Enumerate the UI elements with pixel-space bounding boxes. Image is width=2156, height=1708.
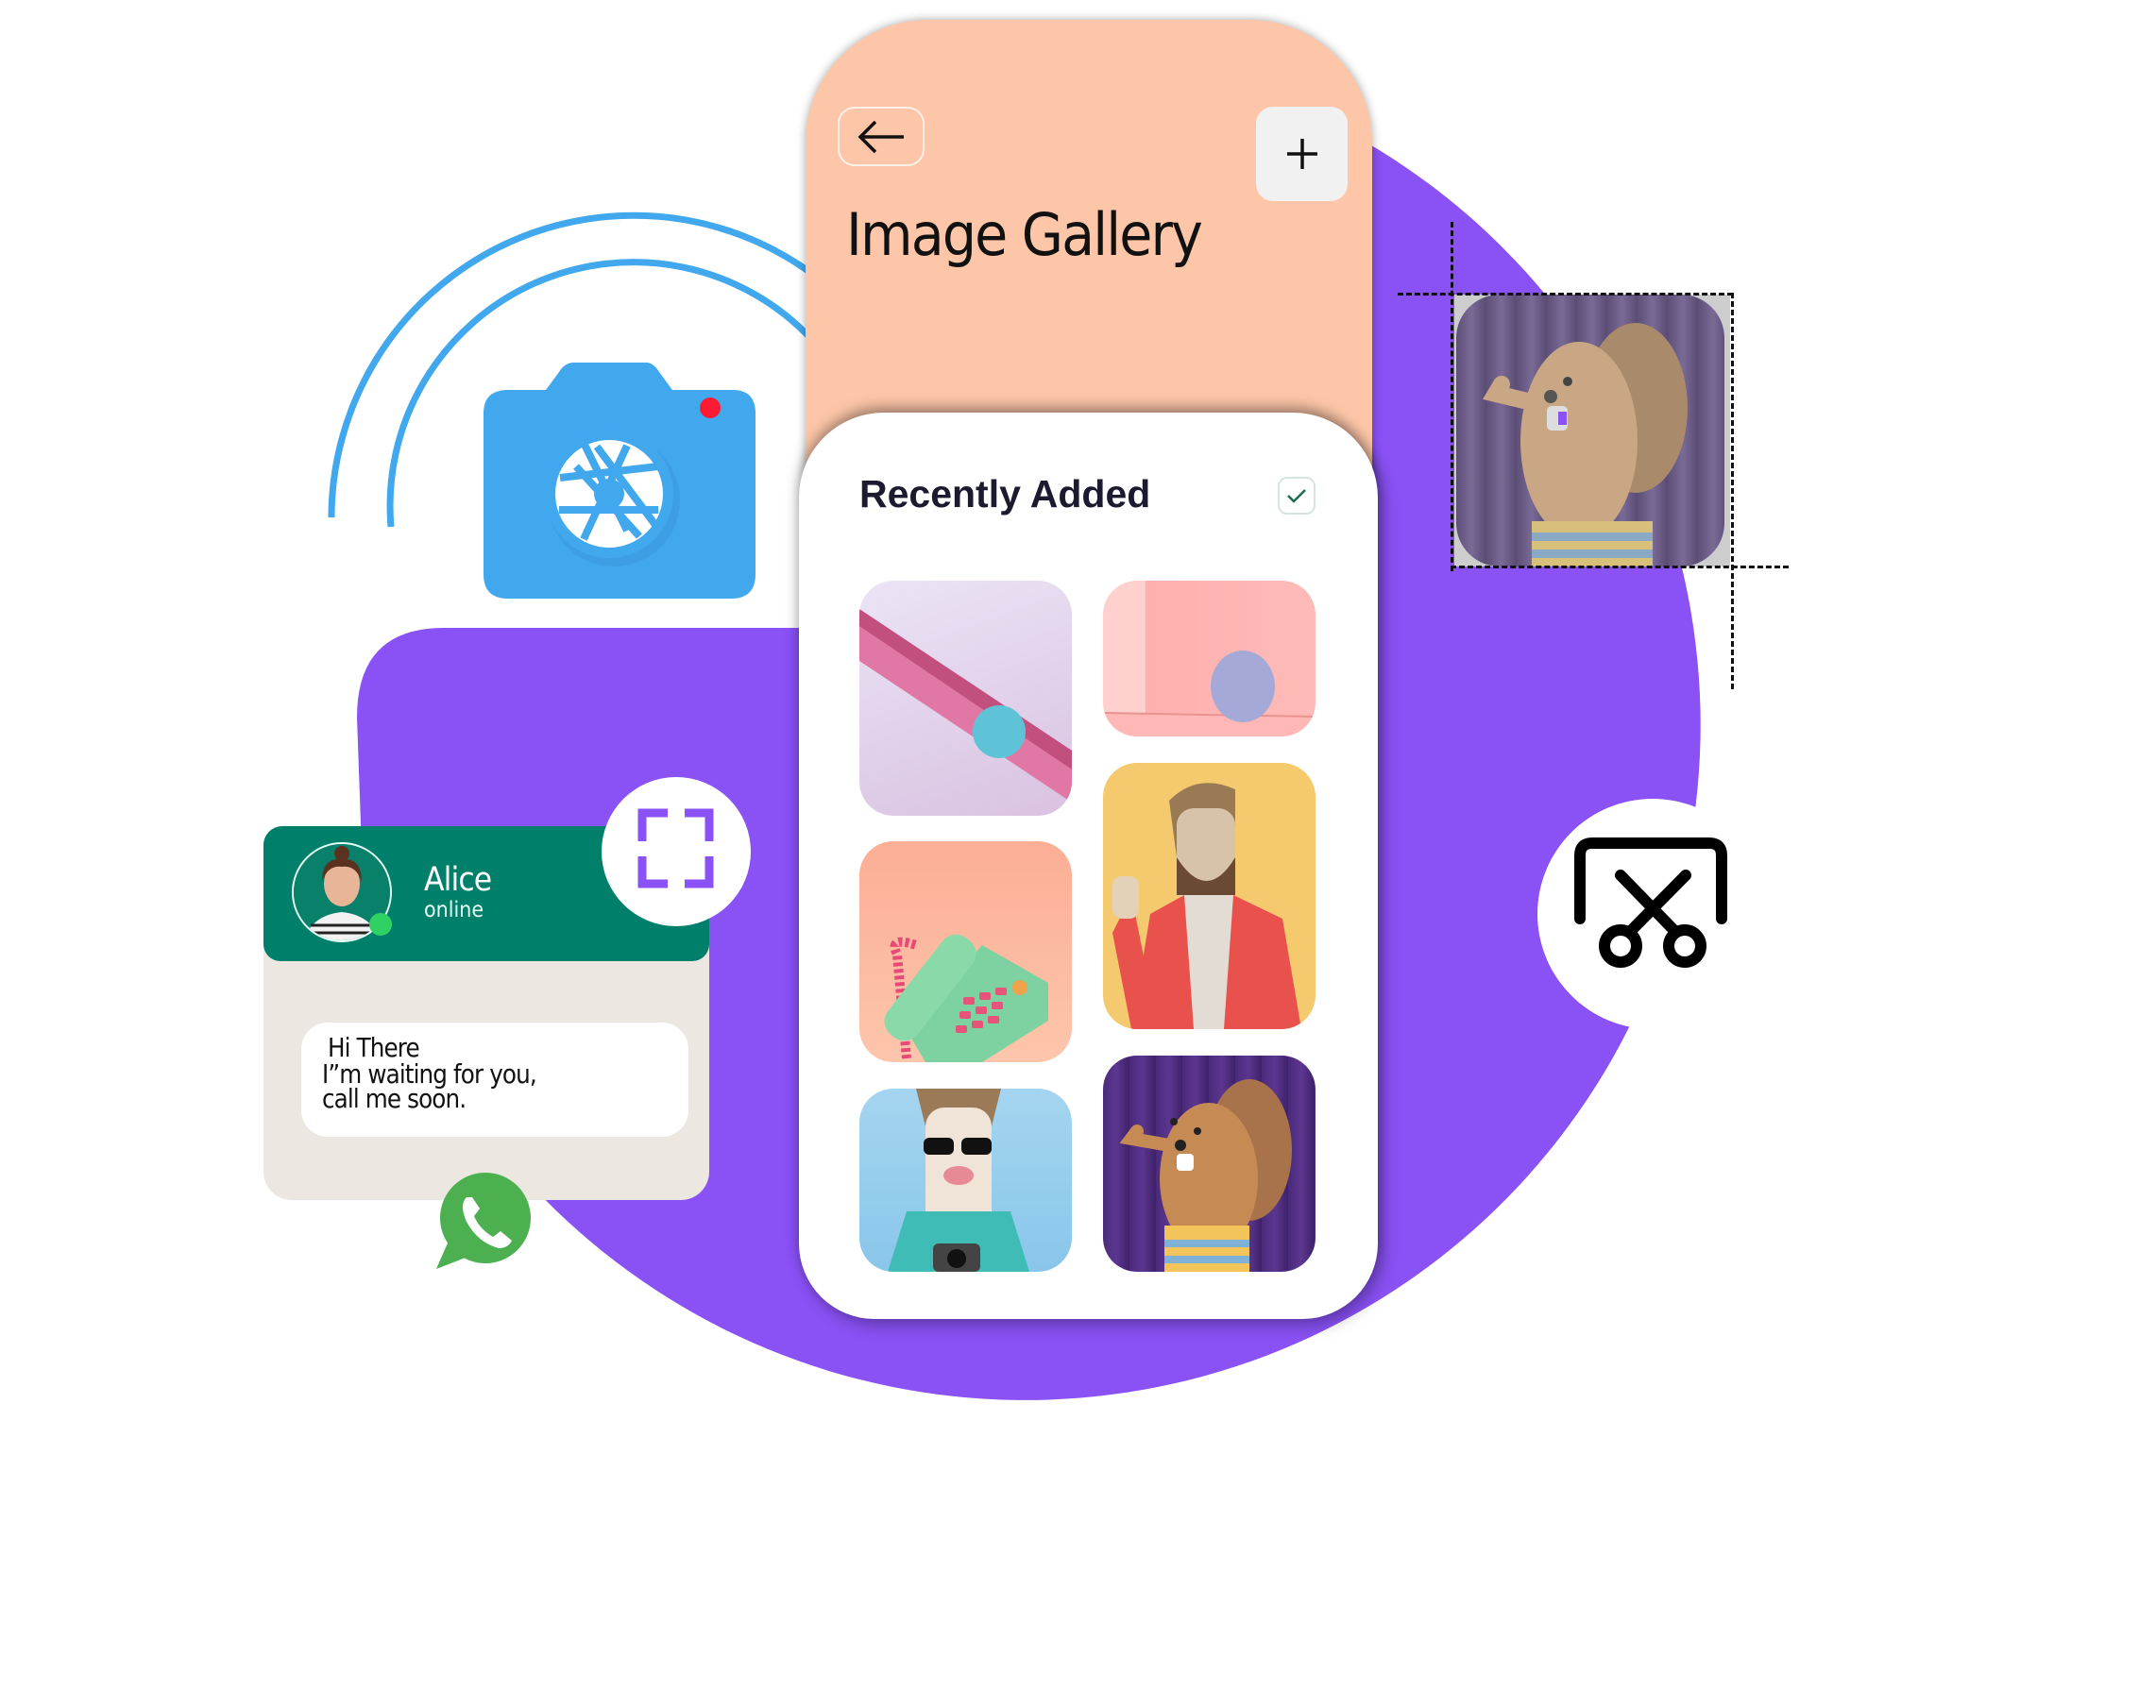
crop-guide-line — [1451, 222, 1453, 571]
back-button[interactable] — [838, 107, 925, 166]
add-button[interactable] — [1256, 107, 1348, 201]
crop-guide-line — [1398, 293, 1733, 296]
plus-icon — [1286, 139, 1317, 169]
message-body: I”m waiting for you, call me soon. — [322, 1061, 537, 1114]
record-dot — [700, 397, 721, 418]
contact-status: online — [424, 898, 484, 922]
thumbnail-waving-man[interactable] — [1103, 763, 1316, 1029]
message-line: call me soon. — [322, 1083, 467, 1114]
crop-guide-line — [1731, 293, 1734, 689]
scissors-crop-icon — [1574, 837, 1727, 968]
thumbnail-green-telephone[interactable] — [859, 841, 1072, 1062]
thumbnail-beaver[interactable] — [1103, 1056, 1316, 1272]
fullscreen-icon — [637, 808, 714, 888]
contact-name: Alice — [424, 861, 492, 899]
thumbnail-lavender-ball[interactable] — [1103, 581, 1316, 736]
checkmark-icon — [1287, 489, 1306, 503]
camera-icon — [484, 346, 755, 599]
thumbnail-pink-slide-ball[interactable] — [859, 581, 1072, 816]
cropped-beaver-image[interactable] — [1456, 295, 1724, 567]
fullscreen-button[interactable] — [602, 777, 751, 926]
crop-cut-button[interactable] — [1537, 799, 1768, 1029]
crop-guide-line — [1451, 566, 1789, 568]
arrow-left-icon — [857, 120, 904, 153]
section-title: Recently Added — [859, 472, 1151, 516]
thumbnail-sunglasses-guy[interactable] — [859, 1089, 1072, 1272]
page-title: Image Gallery — [846, 200, 1203, 269]
select-checkbox[interactable] — [1278, 477, 1316, 515]
online-status-dot — [369, 913, 392, 936]
whatsapp-icon — [433, 1171, 535, 1273]
